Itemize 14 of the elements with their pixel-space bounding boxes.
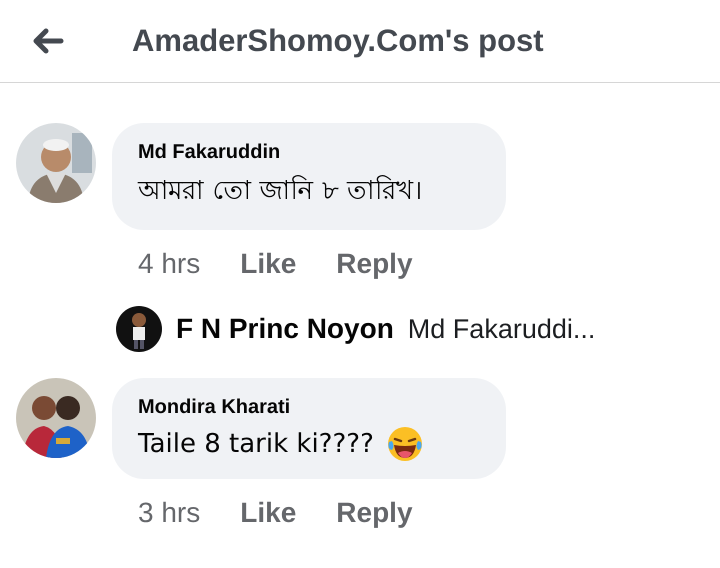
reply-link[interactable]: Reply <box>336 497 413 529</box>
comment-text: আমরা তো জানি ৮ তারিখ। <box>138 174 422 208</box>
comment-time: 3 hrs <box>138 497 200 529</box>
comment-author: Md Fakaruddin <box>138 141 282 164</box>
reply-link[interactable]: Reply <box>336 248 413 280</box>
like-link[interactable]: Like <box>240 248 296 280</box>
like-link[interactable]: Like <box>240 497 296 529</box>
reply-author[interactable]: F N Princ Noyon <box>176 313 394 345</box>
comment-text: Taile 8 tarik ki???? <box>138 429 374 459</box>
comment-author: Mondira Kharati <box>138 396 292 419</box>
reply-preview-text: Md Fakaruddi... <box>408 314 596 344</box>
page-title: AmaderShomoy.Com's post <box>132 23 544 59</box>
comment-time: 4 hrs <box>138 248 200 280</box>
laughing-emoji-icon <box>386 425 424 463</box>
